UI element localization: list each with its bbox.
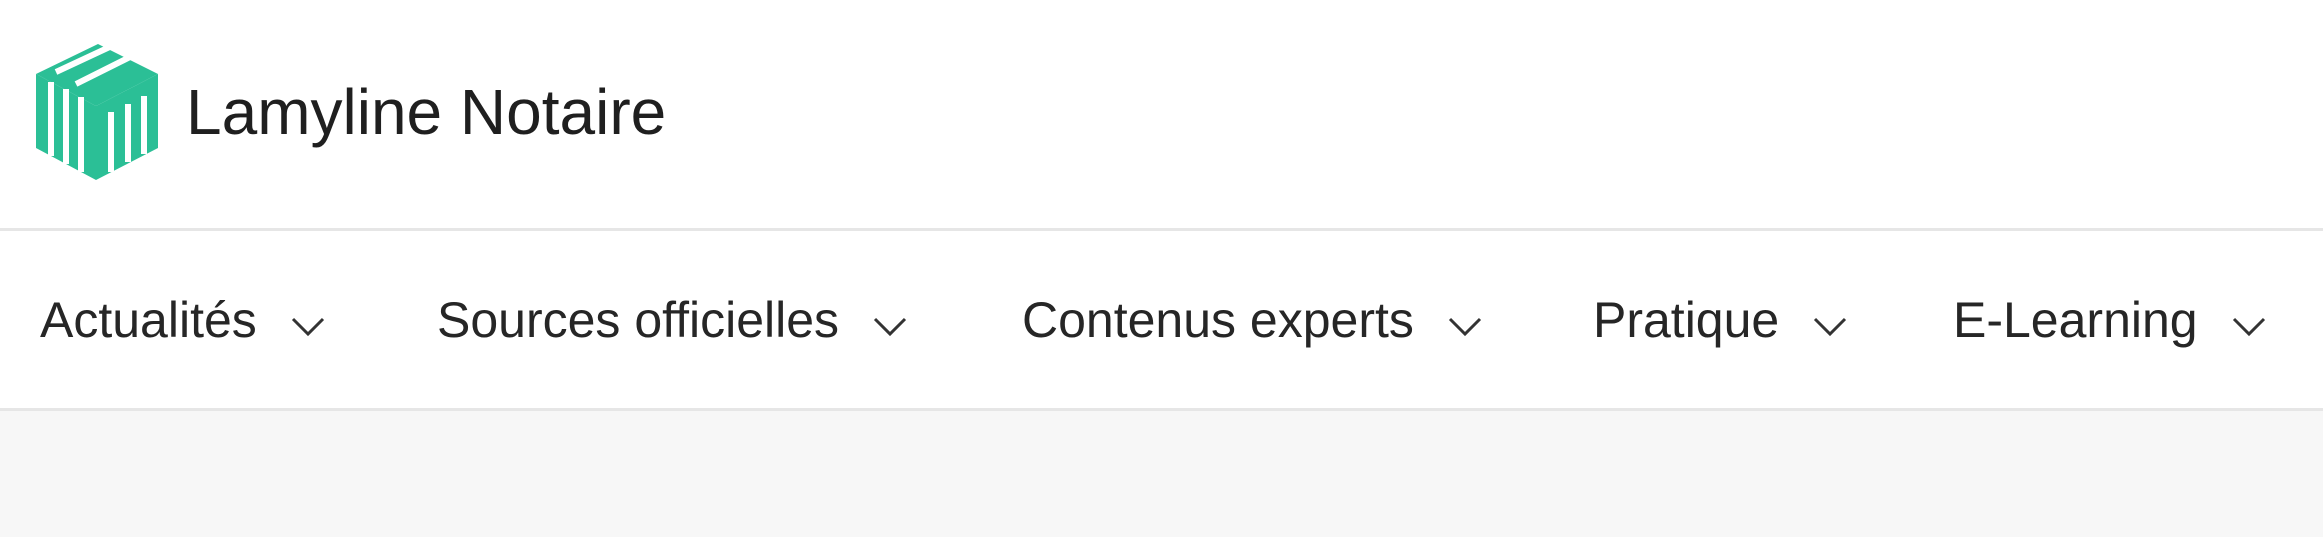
- nav-item-sources-officielles[interactable]: Sources officielles: [437, 231, 907, 408]
- nav-item-contenus-experts[interactable]: Contenus experts: [1022, 231, 1482, 408]
- brand-name: Lamyline Notaire: [186, 76, 667, 148]
- chevron-down-icon: [1814, 317, 1847, 336]
- nav-item-label: Actualités: [40, 291, 257, 348]
- nav-item-label: E-Learning: [1953, 291, 2198, 348]
- nav-item-label: Sources officielles: [437, 291, 840, 348]
- lamyline-logo-icon: [36, 44, 158, 180]
- page-content-area: [0, 411, 2323, 537]
- site-header: Lamyline Notaire: [0, 0, 2323, 231]
- nav-item-pratique[interactable]: Pratique: [1593, 231, 1847, 408]
- main-navigation: Actualités Sources officielles Contenus …: [0, 231, 2323, 411]
- nav-item-label: Pratique: [1593, 291, 1780, 348]
- nav-item-actualites[interactable]: Actualités: [40, 231, 325, 408]
- chevron-down-icon: [1448, 317, 1481, 336]
- chevron-down-icon: [2232, 317, 2265, 336]
- nav-item-e-learning[interactable]: E-Learning: [1953, 231, 2266, 408]
- chevron-down-icon: [874, 317, 907, 336]
- nav-item-label: Contenus experts: [1022, 291, 1414, 348]
- chevron-down-icon: [291, 317, 324, 336]
